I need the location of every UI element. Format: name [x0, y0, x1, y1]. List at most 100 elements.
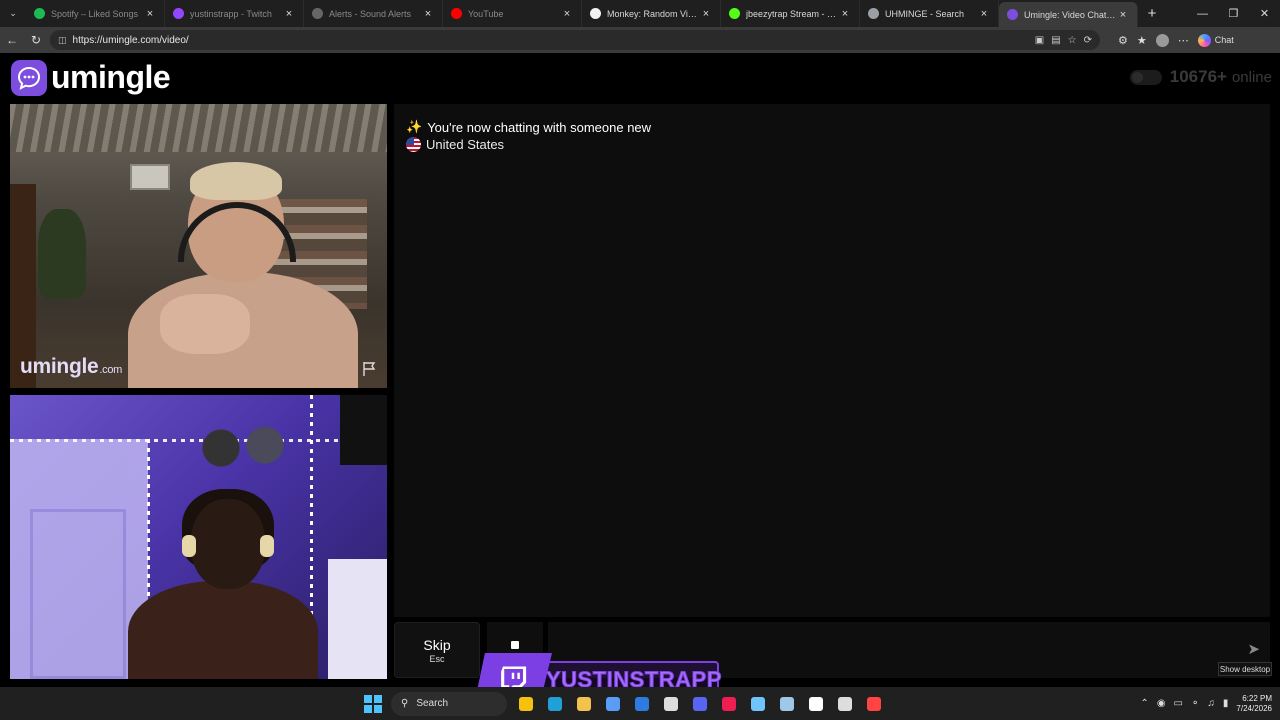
report-flag-icon[interactable]: [361, 361, 379, 377]
reader-icon[interactable]: ▤: [1051, 35, 1060, 46]
profile-avatar[interactable]: [1155, 33, 1169, 47]
umingle-watermark: umingle.com: [20, 355, 122, 379]
tray-chevron-icon[interactable]: ⌃: [1140, 698, 1148, 709]
video-scene-door-panel: [30, 509, 126, 679]
audio-icon[interactable]: [806, 694, 826, 714]
browser-tab[interactable]: Spotify – Liked Songs ×: [26, 0, 165, 27]
tab-actions-menu-icon[interactable]: ⌄: [0, 0, 26, 27]
battery-icon[interactable]: ▮: [1223, 698, 1229, 709]
url-text: https://umingle.com/video/: [72, 34, 189, 46]
display-icon[interactable]: ▭: [1174, 698, 1183, 709]
umingle-page: umingle 10676+ online umingle.com ✨ You'…: [0, 53, 1280, 687]
copilot-chat-button[interactable]: Chat: [1197, 33, 1234, 47]
start-windows-icon[interactable]: [364, 694, 382, 713]
obs-icon[interactable]: [835, 694, 855, 714]
favorites-icon[interactable]: ★: [1137, 34, 1147, 47]
notepad-icon[interactable]: [748, 694, 768, 714]
skip-shortcut: Esc: [429, 653, 445, 664]
sparkles-icon: ✨: [406, 119, 423, 134]
window-controls: — ❐ ✕: [1187, 0, 1280, 27]
online-status: 10676+ online: [1129, 67, 1272, 87]
omnibox-actions: ▣ ▤ ☆ ⟳: [1035, 30, 1100, 50]
calendar-icon[interactable]: [661, 694, 681, 714]
video-person-headphone-left: [182, 535, 196, 557]
stop-icon: [511, 641, 519, 649]
edge-icon[interactable]: [545, 694, 565, 714]
restore-icon[interactable]: ❐: [1218, 0, 1249, 27]
video-person-headphone-right: [260, 535, 274, 557]
discord-icon[interactable]: [690, 694, 710, 714]
close-window-icon[interactable]: ✕: [1249, 0, 1280, 27]
browser-tab[interactable]: UHMINGE - Search ×: [860, 0, 999, 27]
video-person-hands: [160, 294, 250, 354]
tab-favicon-icon: [451, 8, 462, 19]
app-icon[interactable]: [603, 694, 623, 714]
close-tab-icon[interactable]: ×: [144, 8, 156, 20]
browser-tab[interactable]: YouTube ×: [443, 0, 582, 27]
theme-toggle[interactable]: [1129, 69, 1162, 85]
chat-log: ✨ You're now chatting with someone new U…: [394, 104, 1270, 617]
watermark-suffix: .com: [99, 364, 123, 376]
chrome-icon[interactable]: [516, 694, 536, 714]
logo-text: umingle: [51, 59, 171, 95]
extensions-icon[interactable]: ⚙: [1118, 34, 1128, 47]
browser-tab[interactable]: jbeezytrap Stream - Watch Live×: [721, 0, 860, 27]
send-icon[interactable]: ➤: [1247, 640, 1260, 658]
browser-tab[interactable]: Monkey: Random Video ×: [582, 0, 721, 27]
tab-favicon-icon: [1007, 9, 1018, 20]
back-icon[interactable]: ←: [0, 27, 24, 53]
video-scene-tv: [340, 395, 387, 465]
app-icon-2[interactable]: [864, 694, 884, 714]
country-message: United States: [406, 137, 504, 152]
new-chat-message: You're now chatting with someone new: [427, 119, 652, 135]
file-explorer-icon[interactable]: [574, 694, 594, 714]
online-label: online: [1231, 68, 1272, 86]
tab-favicon-icon: [34, 8, 45, 19]
tab-favicon-icon: [729, 8, 740, 19]
video-scene-hats: [188, 419, 298, 477]
browser-tab[interactable]: Alerts - Sound Alerts ×: [304, 0, 443, 27]
video-person-body: [128, 581, 318, 679]
tab-title: UHMINGE - Search: [885, 8, 965, 19]
search-icon: ⚲: [401, 698, 409, 709]
browser-tab[interactable]: Umingle: Video Chat with Strangers×: [999, 2, 1138, 27]
clock-date: 7/24/2026: [1236, 703, 1272, 713]
close-tab-icon[interactable]: ×: [700, 8, 712, 20]
close-tab-icon[interactable]: ×: [422, 8, 434, 20]
network-icon[interactable]: ⚬: [1191, 698, 1199, 709]
url-field[interactable]: ◫ https://umingle.com/video/ ▣ ▤ ☆ ⟳: [50, 30, 1100, 50]
media-icon[interactable]: ▣: [1035, 35, 1044, 46]
site-logo[interactable]: umingle: [11, 59, 171, 96]
more-menu-icon[interactable]: ⋯: [1178, 34, 1189, 47]
close-tab-icon[interactable]: ×: [283, 8, 295, 20]
close-tab-icon[interactable]: ×: [1117, 9, 1129, 21]
tab-title: Alerts - Sound Alerts: [329, 8, 412, 19]
country-name: United States: [426, 137, 505, 152]
skip-button[interactable]: Skip Esc: [394, 622, 480, 678]
close-tab-icon[interactable]: ×: [561, 8, 573, 20]
tab-favicon-icon: [868, 8, 879, 19]
taskbar-search[interactable]: ⚲ Search: [391, 691, 507, 716]
system-message: ✨ You're now chatting with someone new: [406, 119, 651, 135]
volume-icon[interactable]: ♫: [1207, 698, 1215, 709]
outlook-icon[interactable]: [632, 694, 652, 714]
close-tab-icon[interactable]: ×: [978, 8, 990, 20]
refresh-extension-icon[interactable]: ⟳: [1084, 35, 1092, 46]
site-info-icon[interactable]: ◫: [58, 35, 67, 46]
taskbar-clock[interactable]: 6:22 PM 7/24/2026: [1236, 694, 1272, 714]
address-bar: ← ↻ ◫ https://umingle.com/video/ ▣ ▤ ☆ ⟳…: [0, 27, 1280, 53]
close-tab-icon[interactable]: ×: [839, 8, 851, 20]
tab-title: Umingle: Video Chat with Strangers: [1024, 9, 1117, 20]
video-person-head: [191, 499, 265, 589]
steam-icon[interactable]: [777, 694, 797, 714]
minimize-icon[interactable]: —: [1187, 0, 1218, 27]
new-tab-button[interactable]: +: [1138, 0, 1166, 27]
windows-taskbar: ⚲ Search ⌃ ◉ ▭ ⚬ ♫ ▮ 6:22 PM 7/24/2026: [0, 687, 1280, 720]
tiktok-icon[interactable]: [719, 694, 739, 714]
favorite-star-icon[interactable]: ☆: [1068, 35, 1077, 46]
browser-tab[interactable]: yustinstrapp - Twitch ×: [165, 0, 304, 27]
microphone-icon[interactable]: ◉: [1157, 698, 1166, 709]
tab-title: yustinstrapp - Twitch: [190, 8, 272, 19]
refresh-icon[interactable]: ↻: [24, 27, 48, 53]
skip-label: Skip: [423, 636, 451, 653]
